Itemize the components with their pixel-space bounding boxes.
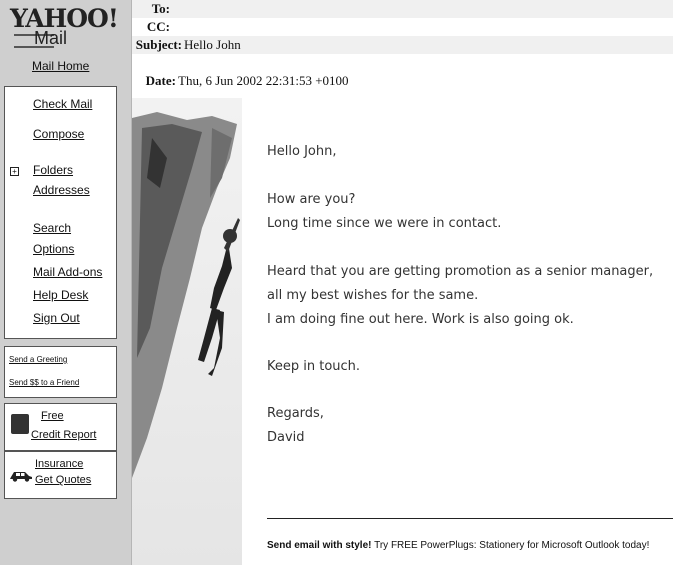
to-row: To:	[132, 0, 673, 18]
credit-report-box: Free Credit Report	[4, 403, 117, 451]
promo-footer: Send email with style! Try FREE PowerPlu…	[267, 540, 649, 551]
main-nav: Check Mail Compose + Folders Addresses S…	[4, 86, 117, 339]
promo-headline: Send email with style!	[267, 540, 372, 551]
folders-expand-icon[interactable]: +	[10, 167, 19, 176]
insurance-box: Insurance Get Quotes	[4, 451, 117, 499]
body-line: all my best wishes for the same.	[267, 288, 479, 303]
sidebar: YAHOO! Mail Mail Home Check Mail Compose…	[0, 0, 132, 565]
date-value: Thu, 6 Jun 2002 22:31:53 +0100	[178, 73, 349, 88]
send-greeting-link[interactable]: Send a Greeting	[9, 355, 67, 364]
subject-row: Subject: Hello John	[132, 36, 673, 54]
signature-line: David	[267, 430, 305, 445]
body-line: Long time since we were in contact.	[267, 216, 502, 231]
insurance-link[interactable]: Insurance	[35, 458, 83, 470]
body-line: Heard that you are getting promotion as …	[267, 264, 654, 279]
credit-report-link[interactable]: Credit Report	[31, 429, 96, 441]
cc-label: CC:	[146, 19, 170, 34]
date-row: Date: Thu, 6 Jun 2002 22:31:53 +0100	[132, 72, 673, 90]
mail-addons-link[interactable]: Mail Add-ons	[33, 265, 102, 279]
date-label: Date:	[145, 73, 176, 88]
body-line: Keep in touch.	[267, 359, 361, 374]
greeting-line: Hello John,	[267, 144, 337, 159]
sign-out-link[interactable]: Sign Out	[33, 311, 80, 325]
check-mail-link[interactable]: Check Mail	[33, 97, 92, 111]
compose-link[interactable]: Compose	[33, 127, 84, 141]
body-line: I am doing fine out here. Work is also g…	[267, 312, 574, 327]
powerplugs-link[interactable]: Try FREE PowerPlugs: Stationery	[374, 540, 524, 551]
help-desk-link[interactable]: Help Desk	[33, 288, 88, 302]
folders-link[interactable]: Folders	[33, 163, 73, 177]
car-icon[interactable]	[9, 468, 33, 482]
footer-divider	[267, 518, 673, 519]
send-money-link[interactable]: Send $$ to a Friend	[9, 378, 79, 387]
mail-wordmark: Mail	[34, 28, 68, 48]
cc-row: CC:	[132, 18, 673, 36]
climber-image	[132, 98, 242, 565]
mail-home-link[interactable]: Mail Home	[32, 59, 89, 73]
sign-off-line: Regards,	[267, 406, 324, 421]
message-header: To: CC: Subject: Hello John Date: Thu, 6…	[132, 0, 673, 98]
promo-suffix: for Microsoft Outlook today!	[527, 540, 650, 551]
subject-value: Hello John	[184, 37, 241, 52]
search-link[interactable]: Search	[33, 221, 71, 235]
addresses-link[interactable]: Addresses	[33, 183, 90, 197]
get-quotes-link[interactable]: Get Quotes	[35, 474, 91, 486]
options-link[interactable]: Options	[33, 242, 74, 256]
yahoo-mail-logo[interactable]: YAHOO! Mail Mail Home	[6, 4, 126, 74]
subject-label: Subject:	[135, 37, 182, 52]
credit-report-icon[interactable]	[11, 414, 29, 434]
to-label: To:	[151, 1, 170, 16]
body-line: How are you?	[267, 192, 356, 207]
greetings-box: Send a Greeting Send $$ to a Friend	[4, 346, 117, 398]
credit-free-link[interactable]: Free	[41, 410, 64, 422]
